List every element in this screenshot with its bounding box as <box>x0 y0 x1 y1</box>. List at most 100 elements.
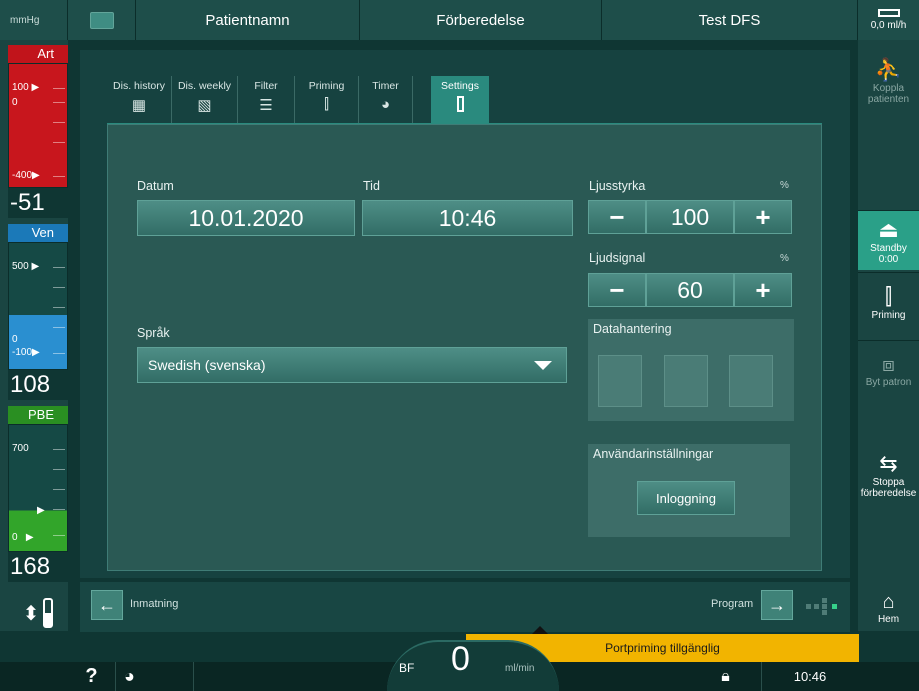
tab-label: Filter <box>254 80 278 92</box>
ven-gauge[interactable]: 500 ▶ 0 -100▶ <box>8 242 68 370</box>
pbe-value: 168 <box>8 552 68 582</box>
tab-label: Dis. weekly <box>177 80 232 92</box>
forward-label: Program <box>711 598 754 610</box>
patient-card-button[interactable] <box>68 0 136 40</box>
ven-low-label: -100 <box>12 347 33 358</box>
tab-label: Priming <box>308 80 345 92</box>
tab-filter[interactable]: Filter ☰ <box>238 76 295 124</box>
home-label: Hem <box>877 614 900 625</box>
date-label: Datum <box>137 179 174 193</box>
change-cartridge-button[interactable]: ⧈ Byt patron <box>858 340 919 400</box>
chevron-down-icon <box>534 360 552 370</box>
ven-top-label: 500 <box>12 261 29 272</box>
arrow-right-icon: → <box>768 594 786 615</box>
tab-settings[interactable]: Settings <box>431 76 489 124</box>
tab-label: Settings <box>441 80 479 92</box>
pbe-top-label: 700 <box>12 443 29 454</box>
uf-value: 0,0 <box>870 20 885 31</box>
blood-flow-display[interactable]: BF 0 ml/min <box>387 640 559 691</box>
art-gauge[interactable]: 100 ▶ 0 -400▶ <box>8 63 68 188</box>
arrow-left-icon: ← <box>98 594 116 615</box>
time-field[interactable]: 10:46 <box>362 200 573 236</box>
pressure-column: Art 100 ▶ 0 -400▶ -51 Ven 500 ▶ 0 -100▶ … <box>0 40 68 631</box>
timer-icon: ◕ <box>380 96 391 113</box>
tab-priming[interactable]: Priming ⫿ <box>295 76 359 124</box>
pbe-gauge[interactable]: 700 ▶ 0 ▶ <box>8 424 68 552</box>
clock-icon: ◕ <box>124 666 135 686</box>
sound-value: 60 <box>646 273 734 307</box>
sound-minus-button[interactable]: − <box>588 273 646 307</box>
top-bar: mmHg Patientnamn Förberedelse Test DFS 0… <box>0 0 919 40</box>
ven-zero-label: 0 <box>12 334 18 345</box>
art-top-label: 100 <box>12 82 29 93</box>
level-icon <box>43 598 54 628</box>
art-zero-label: 0 <box>12 97 18 108</box>
ven-value: 108 <box>8 370 68 400</box>
forward-button[interactable]: → <box>761 590 793 620</box>
date-field[interactable]: 10.01.2020 <box>137 200 355 236</box>
tab-label: Timer <box>372 80 399 92</box>
tab-label: Dis. history <box>113 80 165 92</box>
art-label: Art <box>8 45 68 63</box>
filter-icon: ☰ <box>259 97 273 114</box>
brightness-plus-button[interactable]: + <box>734 200 792 234</box>
level-adjust-button[interactable]: ⬍ <box>8 595 68 631</box>
up-down-icon: ⬍ <box>22 602 40 625</box>
program-name[interactable]: Test DFS <box>602 0 858 40</box>
import-data-icon[interactable] <box>598 355 642 407</box>
priming-icon: ⫿ <box>324 96 329 113</box>
mode-title: Förberedelse <box>360 0 602 40</box>
brightness-value: 100 <box>646 200 734 234</box>
data-management-group: Datahantering <box>588 319 794 421</box>
tab-dis-weekly[interactable]: Dis. weekly ▧ <box>172 76 238 124</box>
card-icon <box>89 11 114 29</box>
pressure-unit: mmHg <box>10 14 40 26</box>
clock-time: 10:46 <box>793 669 827 684</box>
settings-icon <box>456 96 464 112</box>
bf-unit: ml/min <box>505 663 535 674</box>
sound-stepper: − 60 + <box>588 273 792 307</box>
sound-plus-button[interactable]: + <box>734 273 792 307</box>
tab-timer[interactable]: Timer ◕ <box>359 76 413 124</box>
priming-label: Priming <box>871 310 906 321</box>
lock-button[interactable]: 🔒︎ <box>690 662 762 691</box>
back-label: Inmatning <box>130 598 179 610</box>
connect-patient-button[interactable]: ⛹ Koppla patienten <box>858 46 919 116</box>
brightness-unit: % <box>780 180 789 191</box>
art-value: -51 <box>8 188 68 218</box>
syringe-icon <box>877 9 900 17</box>
back-button[interactable]: ← <box>91 590 123 620</box>
language-value: Swedish (svenska) <box>148 357 266 373</box>
standby-button[interactable]: ⏏ Standby 0:00 <box>858 210 919 270</box>
notice-caret-icon <box>532 626 548 634</box>
settings-content: Datum 10.01.2020 Tid 10:46 Ljusstyrka % … <box>107 124 822 571</box>
stop-preparation-button[interactable]: ⇆ Stoppa förberedelse <box>858 435 919 515</box>
right-column: ⛹ Koppla patienten ⏏ Standby 0:00 ⫿ Prim… <box>858 40 919 631</box>
connect-patient-label: Koppla patienten <box>867 83 910 105</box>
brightness-minus-button[interactable]: − <box>588 200 646 234</box>
language-label: Språk <box>137 326 170 340</box>
priming-button[interactable]: ⫿ Priming <box>858 272 919 332</box>
tab-dis-history[interactable]: Dis. history ▦ <box>107 76 172 124</box>
timer-button[interactable]: ◕ <box>116 662 194 691</box>
uf-rate-display[interactable]: 0,0 ml/h <box>858 0 919 40</box>
standby-icon: ⏏ <box>878 216 899 242</box>
home-button[interactable]: ⌂ Hem <box>858 585 919 631</box>
step-progress-icon <box>806 598 842 615</box>
pbe-zero-label: 0 <box>12 532 18 543</box>
data-management-label: Datahantering <box>593 322 672 336</box>
export-data-icon[interactable] <box>664 355 708 407</box>
cartridge-icon: ⧈ <box>882 353 895 376</box>
language-select[interactable]: Swedish (svenska) <box>137 347 567 383</box>
help-button[interactable]: ? <box>68 662 116 691</box>
help-icon: ? <box>85 665 98 687</box>
bf-label: BF <box>399 661 415 675</box>
connect-patient-icon: ⛹ <box>874 57 903 82</box>
brightness-stepper: − 100 + <box>588 200 792 234</box>
login-button[interactable]: Inloggning <box>637 481 735 515</box>
sound-label: Ljudsignal <box>589 251 646 265</box>
art-low-label: -400 <box>12 170 33 181</box>
delete-data-icon[interactable] <box>729 355 773 407</box>
patient-name[interactable]: Patientnamn <box>136 0 360 40</box>
change-cartridge-label: Byt patron <box>865 376 912 388</box>
